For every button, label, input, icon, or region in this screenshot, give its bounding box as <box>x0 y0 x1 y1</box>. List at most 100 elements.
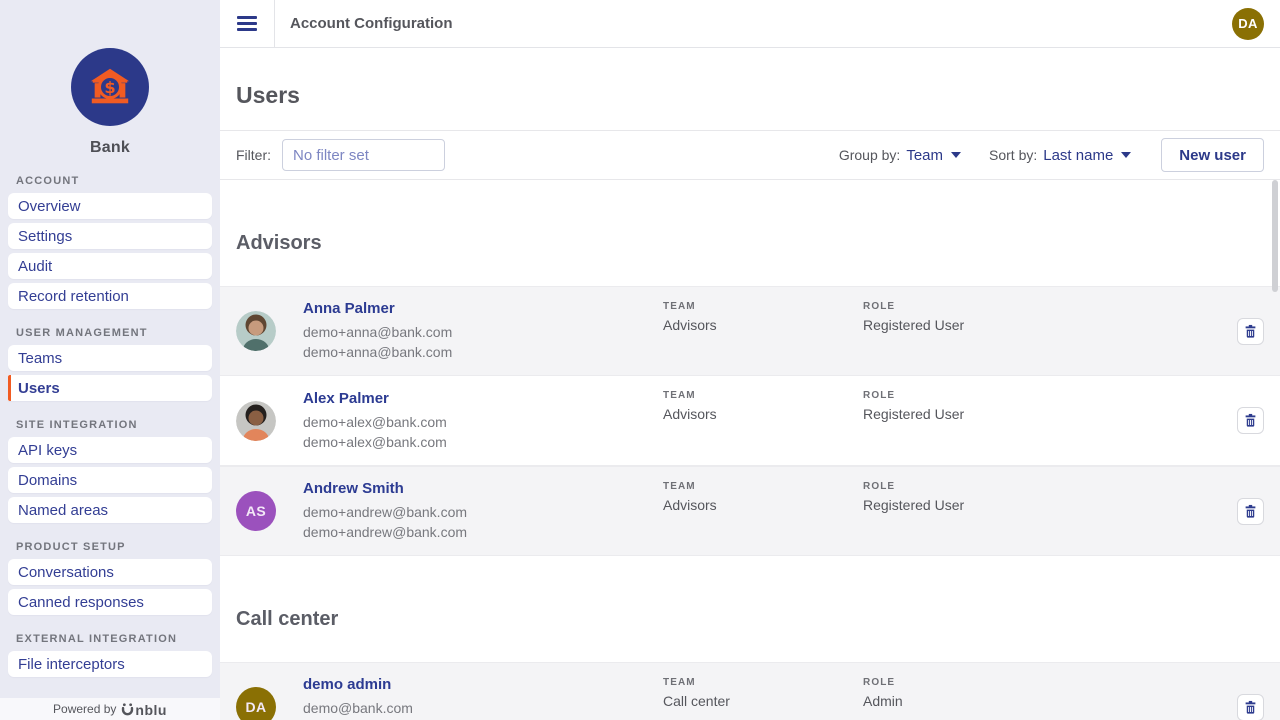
user-photo <box>236 311 276 351</box>
current-user-avatar[interactable]: DA <box>1232 8 1264 40</box>
bank-logo: $ Bank <box>0 0 220 157</box>
user-name-link[interactable]: Alex Palmer <box>303 390 663 407</box>
sidebar-item-domains[interactable]: Domains <box>8 467 212 493</box>
avatar-initials: DA <box>236 687 276 720</box>
sidebar-section: SITE INTEGRATION API keys Domains Named … <box>0 419 220 523</box>
user-row: DA demo admin demo@bank.com demo@bank.co… <box>220 662 1280 720</box>
user-row: Alex Palmer demo+alex@bank.com demo+alex… <box>220 376 1280 466</box>
group-title: Advisors <box>220 180 1280 286</box>
sidebar-section: PRODUCT SETUP Conversations Canned respo… <box>0 541 220 615</box>
user-row: AS Andrew Smith demo+andrew@bank.com dem… <box>220 466 1280 556</box>
filter-input[interactable] <box>282 139 445 171</box>
unblu-u-icon <box>121 702 134 716</box>
team-value: Call center <box>663 693 863 709</box>
bank-icon: $ <box>87 64 133 110</box>
delete-user-button[interactable] <box>1237 407 1264 434</box>
sidebar-item-label: Conversations <box>18 564 114 581</box>
sidebar-item-label: Named areas <box>18 502 108 519</box>
team-value: Advisors <box>663 497 863 513</box>
menu-icon[interactable] <box>220 0 274 48</box>
user-group: Advisors Anna Palmer demo+anna@bank.com … <box>220 180 1280 556</box>
user-email-primary: demo+andrew@bank.com <box>303 502 663 522</box>
sidebar-section: USER MANAGEMENT Teams Users <box>0 327 220 401</box>
delete-user-button[interactable] <box>1237 694 1264 720</box>
unblu-brand-text: nblu <box>135 704 167 716</box>
sidebar-section-label: USER MANAGEMENT <box>16 327 204 339</box>
main-panel: Account Configuration DA Users Filter: G… <box>220 0 1280 720</box>
sort-by-dropdown[interactable]: Sort by: Last name <box>989 147 1131 164</box>
role-column-label: ROLE <box>863 301 1143 312</box>
sidebar-item-users[interactable]: Users <box>8 375 212 401</box>
user-email-secondary: demo+anna@bank.com <box>303 342 663 362</box>
trash-icon <box>1243 413 1258 428</box>
sidebar-section-label: SITE INTEGRATION <box>16 419 204 431</box>
team-column-label: TEAM <box>663 390 863 401</box>
bank-logo-circle: $ <box>71 48 149 126</box>
role-value: Registered User <box>863 406 1143 422</box>
sort-by-value: Last name <box>1043 147 1113 164</box>
sidebar: $ Bank ACCOUNT Overview Settings Audit R… <box>0 0 220 720</box>
chevron-down-icon <box>1121 152 1131 158</box>
sidebar-item-record-retention[interactable]: Record retention <box>8 283 212 309</box>
sidebar-item-overview[interactable]: Overview <box>8 193 212 219</box>
role-value: Registered User <box>863 497 1143 513</box>
logo-label: Bank <box>0 139 220 157</box>
sidebar-item-api-keys[interactable]: API keys <box>8 437 212 463</box>
team-column-label: TEAM <box>663 301 863 312</box>
delete-user-button[interactable] <box>1237 318 1264 345</box>
sidebar-item-label: Users <box>18 380 60 397</box>
role-value: Admin <box>863 693 1143 709</box>
team-column-label: TEAM <box>663 677 863 688</box>
sidebar-item-named-areas[interactable]: Named areas <box>8 497 212 523</box>
sidebar-item-canned-responses[interactable]: Canned responses <box>8 589 212 615</box>
group-by-value: Team <box>906 147 943 164</box>
user-email-primary: demo+alex@bank.com <box>303 412 663 432</box>
trash-icon <box>1243 700 1258 715</box>
sidebar-item-label: Domains <box>18 472 77 489</box>
user-group: Call center DA demo admin demo@bank.com … <box>220 556 1280 720</box>
sidebar-item-audit[interactable]: Audit <box>8 253 212 279</box>
user-row: Anna Palmer demo+anna@bank.com demo+anna… <box>220 286 1280 376</box>
trash-icon <box>1243 504 1258 519</box>
user-groups: Advisors Anna Palmer demo+anna@bank.com … <box>220 180 1280 720</box>
user-avatar <box>236 401 276 441</box>
sidebar-item-label: Record retention <box>18 288 129 305</box>
role-column-label: ROLE <box>863 390 1143 401</box>
user-name-link[interactable]: demo admin <box>303 676 663 693</box>
powered-by-footer: Powered by nblu <box>0 698 220 720</box>
group-by-dropdown[interactable]: Group by: Team <box>839 147 961 164</box>
user-email-primary: demo+anna@bank.com <box>303 322 663 342</box>
sidebar-item-file-interceptors[interactable]: File interceptors <box>8 651 212 677</box>
delete-user-button[interactable] <box>1237 498 1264 525</box>
sidebar-item-label: File interceptors <box>18 656 125 673</box>
sidebar-item-label: Audit <box>18 258 52 275</box>
avatar-initials: AS <box>236 491 276 531</box>
sidebar-item-settings[interactable]: Settings <box>8 223 212 249</box>
new-user-button[interactable]: New user <box>1161 138 1264 172</box>
sort-by-label: Sort by: <box>989 147 1037 163</box>
sidebar-section: EXTERNAL INTEGRATION File interceptors <box>0 633 220 677</box>
sidebar-item-label: Overview <box>18 198 81 215</box>
sidebar-section-label: EXTERNAL INTEGRATION <box>16 633 204 645</box>
role-value: Registered User <box>863 317 1143 333</box>
sidebar-item-conversations[interactable]: Conversations <box>8 559 212 585</box>
sidebar-item-label: Settings <box>18 228 72 245</box>
topbar: Account Configuration DA <box>220 0 1280 48</box>
page-title: Users <box>236 82 1280 109</box>
user-name-link[interactable]: Anna Palmer <box>303 300 663 317</box>
chevron-down-icon <box>951 152 961 158</box>
unblu-logo: nblu <box>121 702 167 716</box>
user-avatar: DA <box>236 687 276 720</box>
filter-toolbar: Filter: Group by: Team Sort by: Last nam… <box>220 130 1280 180</box>
sidebar-item-label: API keys <box>18 442 77 459</box>
sidebar-nav: ACCOUNT Overview Settings Audit Record r… <box>0 175 220 677</box>
powered-by-text: Powered by <box>53 702 116 716</box>
topbar-divider <box>274 0 275 48</box>
sidebar-item-teams[interactable]: Teams <box>8 345 212 371</box>
content-area: Users Filter: Group by: Team Sort by: La… <box>220 48 1280 720</box>
user-photo <box>236 401 276 441</box>
app-title: Account Configuration <box>290 15 452 32</box>
scrollbar-thumb[interactable] <box>1272 180 1278 292</box>
team-value: Advisors <box>663 317 863 333</box>
user-name-link[interactable]: Andrew Smith <box>303 480 663 497</box>
